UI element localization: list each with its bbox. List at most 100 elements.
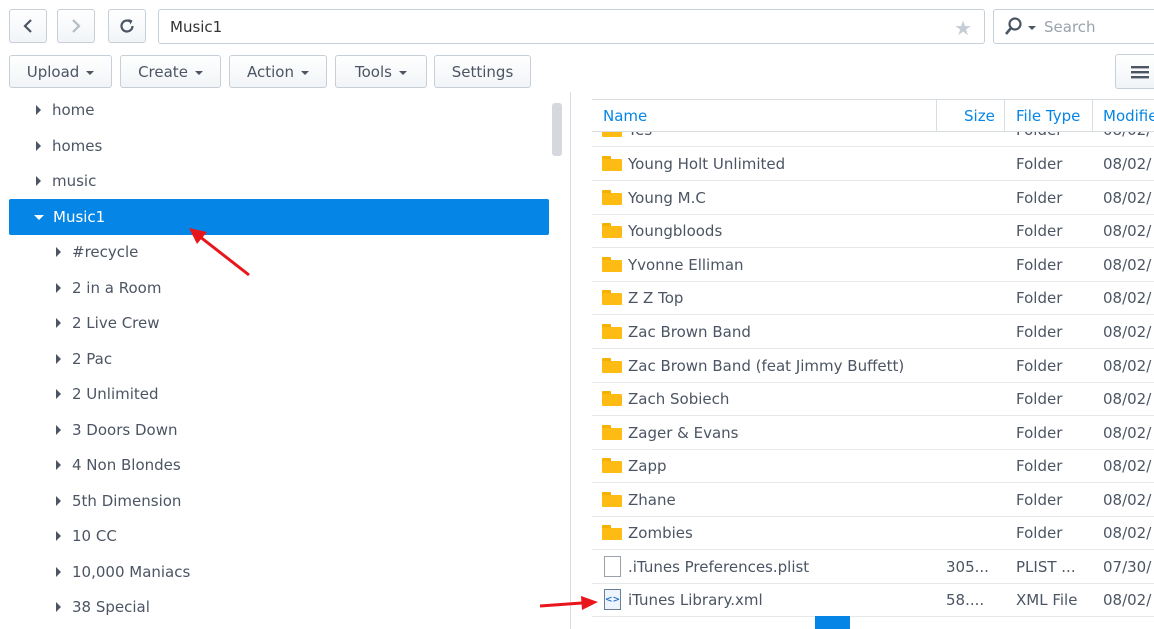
search-box[interactable] <box>993 9 1154 44</box>
folder-icon <box>602 458 622 473</box>
tree-item-music1[interactable]: Music1 <box>9 199 549 235</box>
pagination-current-page[interactable] <box>815 616 850 629</box>
expand-arrow-icon[interactable] <box>56 247 61 257</box>
tree-item-label: 2 in a Room <box>72 279 162 297</box>
upload-button[interactable]: Upload <box>9 55 112 88</box>
table-row[interactable]: Zager & Evans Folder 08/02/ <box>592 416 1154 450</box>
tree-item-2-live-crew[interactable]: 2 Live Crew <box>9 305 549 341</box>
tree-item-label: 5th Dimension <box>72 492 182 510</box>
tree-item-label: 4 Non Blondes <box>72 456 181 474</box>
table-row[interactable]: Zac Brown Band (feat Jimmy Buffett) Fold… <box>592 349 1154 383</box>
search-input[interactable] <box>1042 16 1152 37</box>
table-row[interactable]: Yvonne Elliman Folder 08/02/ <box>592 248 1154 282</box>
file-size <box>946 382 996 415</box>
column-divider[interactable] <box>1004 100 1005 132</box>
file-name: Zapp <box>628 456 667 475</box>
column-header-file-type[interactable]: File Type <box>1016 100 1080 132</box>
table-row[interactable]: Young M.C Folder 08/02/ <box>592 181 1154 215</box>
table-row[interactable]: .iTunes Preferences.plist 305... PLIST .… <box>592 550 1154 584</box>
tree-item-2-in-a-room[interactable]: 2 in a Room <box>9 270 549 306</box>
tree-item-10000-maniacs[interactable]: 10,000 Maniacs <box>9 554 549 590</box>
expand-arrow-icon[interactable] <box>36 176 41 186</box>
panel-splitter[interactable] <box>570 92 571 629</box>
tree-item-3-doors-down[interactable]: 3 Doors Down <box>9 412 549 448</box>
path-field[interactable]: Music1 ★ <box>158 9 985 44</box>
refresh-button[interactable] <box>108 9 146 43</box>
file-size <box>946 181 996 214</box>
table-row[interactable]: Zhane Folder 08/02/ <box>592 483 1154 517</box>
tree-item-music[interactable]: music <box>9 163 549 199</box>
chevron-down-icon <box>194 70 203 75</box>
expand-arrow-icon[interactable] <box>36 141 41 151</box>
settings-button[interactable]: Settings <box>434 55 531 88</box>
tree-item-5th-dimension[interactable]: 5th Dimension <box>9 483 549 519</box>
column-divider[interactable] <box>936 100 937 132</box>
create-label: Create <box>138 62 188 81</box>
column-header-modified[interactable]: Modifie <box>1103 100 1154 132</box>
tree-item-2-unlimited[interactable]: 2 Unlimited <box>9 376 549 412</box>
file-type: Folder <box>1016 322 1063 341</box>
action-label: Action <box>247 62 294 81</box>
forward-button[interactable] <box>57 9 95 43</box>
expand-arrow-icon[interactable] <box>56 283 61 293</box>
column-header-size[interactable]: Size <box>964 100 995 132</box>
expand-arrow-icon[interactable] <box>56 496 61 506</box>
file-size <box>946 483 996 516</box>
expand-arrow-icon[interactable] <box>56 531 61 541</box>
action-button[interactable]: Action <box>229 55 327 88</box>
file-type: Folder <box>1016 188 1063 207</box>
file-modified: 08/02/ <box>1103 456 1152 475</box>
expand-arrow-icon[interactable] <box>56 425 61 435</box>
file-type: Folder <box>1016 456 1063 475</box>
file-name: Zombies <box>628 523 693 542</box>
tree-item-label: 3 Doors Down <box>72 421 178 439</box>
expand-arrow-icon[interactable] <box>56 318 61 328</box>
search-icon[interactable] <box>1004 16 1026 37</box>
tree-item-4-non-blondes[interactable]: 4 Non Blondes <box>9 447 549 483</box>
table-row[interactable]: <> iTunes Library.xml 58.... XML File 08/… <box>592 583 1154 617</box>
tree-item-recycle[interactable]: #recycle <box>9 234 549 270</box>
file-size: 58.... <box>946 590 985 609</box>
tree-item-38-special[interactable]: 38 Special <box>9 589 549 625</box>
expand-arrow-icon[interactable] <box>56 389 61 399</box>
tree-item-2-pac[interactable]: 2 Pac <box>9 341 549 377</box>
file-name: Zhane <box>628 490 676 509</box>
table-row[interactable]: Zombies Folder 08/02/ <box>592 516 1154 550</box>
folder-icon <box>602 324 622 339</box>
expand-arrow-icon[interactable] <box>56 354 61 364</box>
column-header-name[interactable]: Name <box>603 100 647 132</box>
tools-button[interactable]: Tools <box>335 55 427 88</box>
tree-item-home[interactable]: home <box>9 92 549 128</box>
table-row[interactable]: Zapp Folder 08/02/ <box>592 449 1154 483</box>
table-row[interactable]: Young Holt Unlimited Folder 08/02/ <box>592 147 1154 181</box>
column-divider[interactable] <box>1092 100 1093 132</box>
tree-item-label: Music1 <box>53 208 106 226</box>
tree-item-homes[interactable]: homes <box>9 128 549 164</box>
tree-item-10-cc[interactable]: 10 CC <box>9 518 549 554</box>
view-menu-button[interactable] <box>1115 54 1154 89</box>
file-name: Zager & Evans <box>628 423 739 442</box>
back-button[interactable] <box>9 9 47 43</box>
file-modified: 08/02/ <box>1103 490 1152 509</box>
tree-item-label: music <box>52 172 97 190</box>
expand-arrow-icon[interactable] <box>56 602 61 612</box>
folder-icon <box>602 492 622 507</box>
expand-arrow-icon[interactable] <box>56 460 61 470</box>
tree-item-label: 2 Unlimited <box>72 385 159 403</box>
table-row[interactable]: Z Z Top Folder 08/02/ <box>592 281 1154 315</box>
file-type: Folder <box>1016 490 1063 509</box>
table-row[interactable]: Zac Brown Band Folder 08/02/ <box>592 315 1154 349</box>
chevron-down-icon[interactable] <box>1028 25 1036 30</box>
create-button[interactable]: Create <box>120 55 221 88</box>
star-icon[interactable]: ★ <box>954 16 972 40</box>
expand-arrow-icon[interactable] <box>56 567 61 577</box>
file-type: Folder <box>1016 255 1063 274</box>
collapse-arrow-icon[interactable] <box>34 214 44 220</box>
file-type: Folder <box>1016 389 1063 408</box>
table-row[interactable]: Youngbloods Folder 08/02/ <box>592 214 1154 248</box>
table-row[interactable]: Zach Sobiech Folder 08/02/ <box>592 382 1154 416</box>
expand-arrow-icon[interactable] <box>36 105 41 115</box>
tree-item-label: 2 Live Crew <box>72 314 160 332</box>
tree-scrollbar[interactable] <box>552 103 562 156</box>
file-name: .iTunes Preferences.plist <box>628 557 810 576</box>
